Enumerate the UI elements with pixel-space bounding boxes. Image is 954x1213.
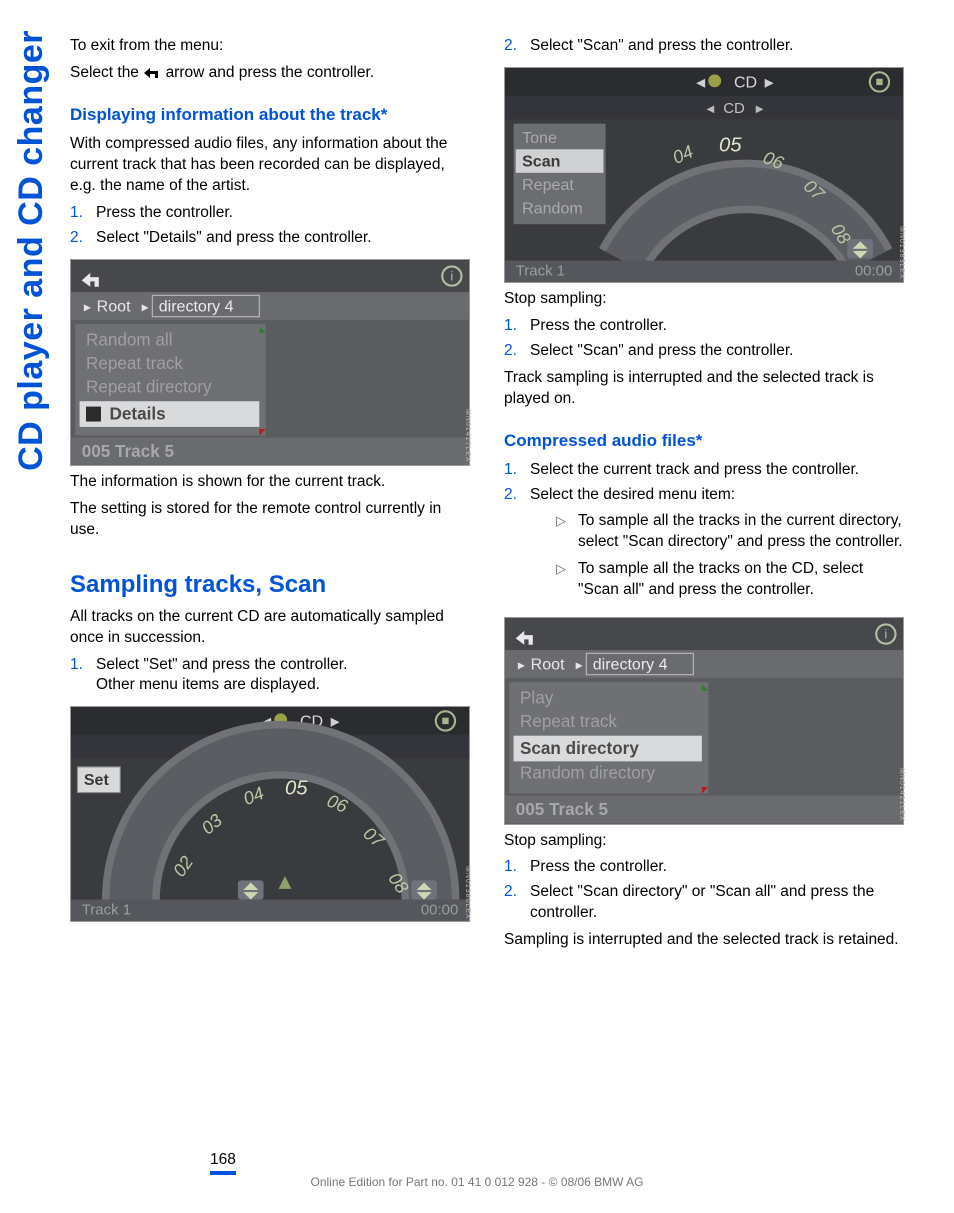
step-text: Select "Scan directory" or "Scan all" an… xyxy=(530,882,904,924)
back-arrow-icon xyxy=(143,66,161,80)
step-text: Select the desired menu item: ▷To sample… xyxy=(530,485,904,608)
svg-text:Root: Root xyxy=(531,655,565,673)
svg-text:►: ► xyxy=(762,74,777,91)
footer-line: Online Edition for Part no. 01 41 0 012 … xyxy=(310,1175,643,1189)
svg-text:directory 4: directory 4 xyxy=(593,655,668,673)
triangle-icon: ▷ xyxy=(556,511,578,553)
svg-text:Random directory: Random directory xyxy=(520,764,655,783)
sampling-desc: All tracks on the current CD are automat… xyxy=(70,607,470,649)
step-num: 1. xyxy=(504,460,530,481)
svg-text:◄: ◄ xyxy=(693,74,708,91)
svg-text:i: i xyxy=(450,268,453,283)
step-text: Select "Set" and press the controller. O… xyxy=(96,655,470,697)
right-column: 2.Select "Scan" and press the controller… xyxy=(504,30,904,957)
right-step-2: 2.Select "Scan" and press the controller… xyxy=(504,36,904,57)
step-text: Select the current track and press the c… xyxy=(530,460,904,481)
stop-steps-2: 1.Press the controller. 2.Select "Scan d… xyxy=(504,857,904,924)
exit-menu-line1: To exit from the menu: xyxy=(70,36,470,57)
svg-text:005 Track 5: 005 Track 5 xyxy=(516,800,609,819)
info-steps: 1.Press the controller. 2.Select "Detail… xyxy=(70,203,470,249)
svg-text:Scan directory: Scan directory xyxy=(520,739,639,758)
step-num: 1. xyxy=(70,655,96,697)
screenshot-details-menu: i ▸ Root ▸ directory 4 Random all Repeat… xyxy=(70,259,470,466)
svg-text:▸: ▸ xyxy=(84,298,91,314)
svg-text:CD: CD xyxy=(723,100,745,117)
footer: 168 Online Edition for Part no. 01 41 0 … xyxy=(0,1175,954,1189)
triangle-icon: ▷ xyxy=(556,559,578,601)
heading-displaying-info: Displaying information about the track* xyxy=(70,104,470,126)
svg-text:▸: ▸ xyxy=(576,656,583,672)
heading-compressed: Compressed audio files* xyxy=(504,430,904,452)
screenshot-scan-wheel: ◄ CD ► ◄ CD ► Tone Scan Repeat Random xyxy=(504,67,904,283)
step-num: 2. xyxy=(504,341,530,362)
compressed-steps: 1.Select the current track and press the… xyxy=(504,460,904,608)
stop-steps-1: 1.Press the controller. 2.Select "Scan" … xyxy=(504,316,904,362)
svg-text:Set: Set xyxy=(84,772,110,790)
svg-text:Repeat directory: Repeat directory xyxy=(86,377,212,396)
substep-text: To sample all the tracks on the CD, sele… xyxy=(578,559,904,601)
svg-text:i: i xyxy=(884,626,887,641)
svg-text:Scan: Scan xyxy=(522,152,560,170)
svg-text:Details: Details xyxy=(110,404,166,423)
svg-text:05: 05 xyxy=(285,778,308,800)
screenshot-scan-directory: i ▸ Root ▸ directory 4 Play Repeat track… xyxy=(504,617,904,824)
info-desc: With compressed audio files, any informa… xyxy=(70,134,470,197)
svg-text:Track 1: Track 1 xyxy=(516,262,565,279)
svg-text:▸: ▸ xyxy=(518,656,525,672)
side-tab: CD player and CD changer xyxy=(12,30,56,530)
step-text: Select "Scan" and press the controller. xyxy=(530,341,904,362)
svg-text:►: ► xyxy=(753,101,766,116)
svg-text:05: 05 xyxy=(719,134,742,156)
substep-text: To sample all the tracks in the current … xyxy=(578,511,904,553)
svg-text:directory 4: directory 4 xyxy=(159,297,234,315)
svg-text:Tone: Tone xyxy=(522,129,557,147)
step-text: Press the controller. xyxy=(96,203,470,224)
step-text: Press the controller. xyxy=(530,857,904,878)
step-num: 1. xyxy=(70,203,96,224)
step-num: 1. xyxy=(504,316,530,337)
svg-text:005 Track 5: 005 Track 5 xyxy=(82,441,175,460)
svg-text:00:00: 00:00 xyxy=(421,902,458,919)
info-shown: The information is shown for the current… xyxy=(70,472,470,493)
svg-text:Random all: Random all xyxy=(86,330,173,349)
left-column: To exit from the menu: Select the arrow … xyxy=(70,30,470,957)
info-stored: The setting is stored for the remote con… xyxy=(70,499,470,541)
svg-text:Repeat: Repeat xyxy=(522,176,574,194)
stop-sampling-2: Stop sampling: xyxy=(504,831,904,852)
svg-text:Random: Random xyxy=(522,199,583,217)
svg-text:CD: CD xyxy=(734,73,757,91)
svg-text:Track 1: Track 1 xyxy=(82,902,131,919)
step-num: 2. xyxy=(504,36,530,57)
svg-text:Repeat track: Repeat track xyxy=(86,354,183,373)
step-text: Select "Details" and press the controlle… xyxy=(96,228,470,249)
stop-sampling-1: Stop sampling: xyxy=(504,289,904,310)
exit-menu-line2: Select the arrow and press the controlle… xyxy=(70,63,470,84)
screenshot-set-wheel: ◄ CD ► ◄ CD ► Set xyxy=(70,706,470,922)
substeps: ▷To sample all the tracks in the current… xyxy=(530,511,904,601)
step-num: 2. xyxy=(504,485,530,608)
svg-text:►: ► xyxy=(328,714,343,731)
svg-text:00:00: 00:00 xyxy=(855,262,892,279)
svg-text:▸: ▸ xyxy=(142,298,149,314)
svg-text:◄: ◄ xyxy=(704,101,717,116)
step-num: 2. xyxy=(504,882,530,924)
sampling-interrupted: Track sampling is interrupted and the se… xyxy=(504,368,904,410)
step-num: 1. xyxy=(504,857,530,878)
side-tab-text: CD player and CD changer xyxy=(12,30,51,471)
step-text: Select "Scan" and press the controller. xyxy=(530,36,904,57)
page-number: 168 xyxy=(210,1151,236,1175)
svg-text:Repeat track: Repeat track xyxy=(520,712,617,731)
svg-text:Play: Play xyxy=(520,689,554,708)
step-text: Press the controller. xyxy=(530,316,904,337)
step-num: 2. xyxy=(70,228,96,249)
sampling-retained: Sampling is interrupted and the selected… xyxy=(504,930,904,951)
svg-text:Root: Root xyxy=(97,297,131,315)
sampling-steps: 1. Select "Set" and press the controller… xyxy=(70,655,470,697)
heading-sampling: Sampling tracks, Scan xyxy=(70,571,470,599)
